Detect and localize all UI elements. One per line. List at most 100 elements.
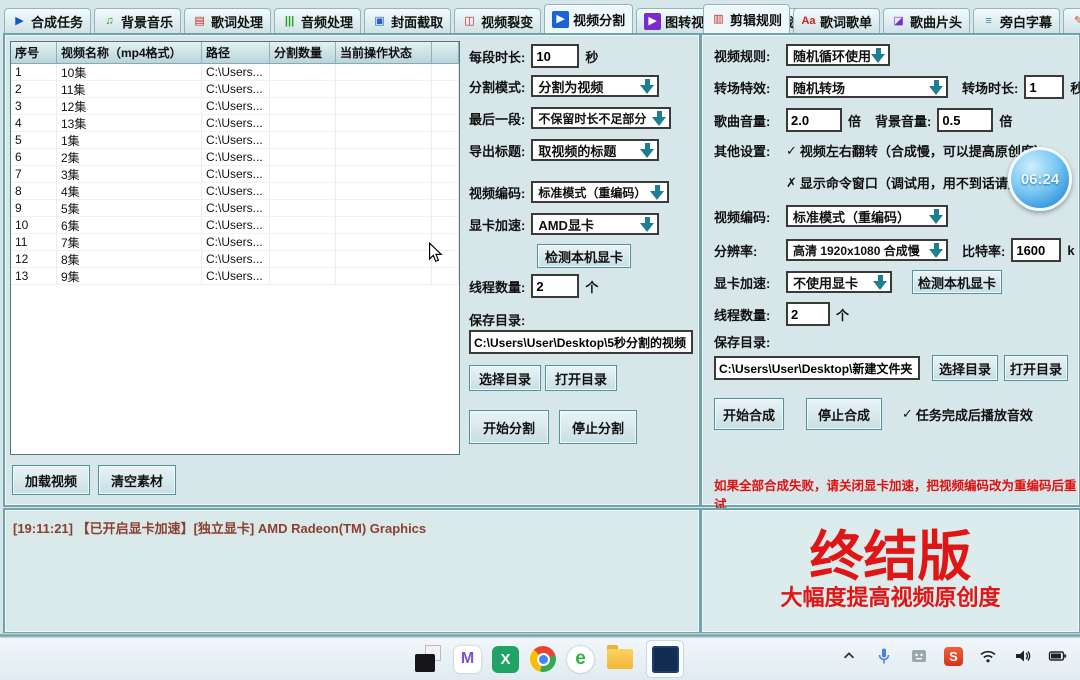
tab[interactable]: ||| 音频处理 <box>274 8 361 33</box>
table-row[interactable]: 1 10集 C:\Users... <box>11 64 459 81</box>
tab[interactable]: Aa 歌词歌单 <box>793 8 880 33</box>
cell-index: 10 <box>11 217 57 234</box>
active-app-highlight[interactable] <box>646 640 684 678</box>
edit-rules-panel: 视频规则: 随机循环使用 转场特效: 随机转场 转场时长: 秒 歌曲音量: 倍 … <box>700 33 1080 507</box>
tab[interactable]: ◫ 视频裂变 <box>454 8 541 33</box>
table-row[interactable]: 9 5集 C:\Users... <box>11 200 459 217</box>
play-icon: ▶ <box>12 14 27 29</box>
export-title-select[interactable]: 取视频的标题 <box>531 139 659 161</box>
sound-option-text: 任务完成后播放音效 <box>916 405 1033 424</box>
table-row[interactable]: 6 2集 C:\Users... <box>11 149 459 166</box>
tray-expand-icon[interactable] <box>839 646 859 666</box>
table-row[interactable]: 12 8集 C:\Users... <box>11 251 459 268</box>
gpu-accel-label: 显卡加速: <box>469 215 525 234</box>
system-tray: S <box>839 646 1068 666</box>
video-encode-select[interactable]: 标准模式（重编码） <box>786 205 948 227</box>
table-row[interactable]: 4 13集 C:\Users... <box>11 115 459 132</box>
table-row[interactable]: 10 6集 C:\Users... <box>11 217 459 234</box>
detect-gpu-button[interactable]: 检测本机显卡 <box>912 270 1002 294</box>
stop-split-button[interactable]: 停止分割 <box>559 410 637 444</box>
file-explorer-icon[interactable] <box>605 644 635 674</box>
floating-clock-widget[interactable]: 06:24 <box>1008 147 1072 211</box>
last-segment-label: 最后一段: <box>469 109 525 128</box>
chrome-icon[interactable] <box>530 646 556 672</box>
last-segment-select[interactable]: 不保留时长不足部分 <box>531 107 671 129</box>
threads-input[interactable] <box>786 302 830 326</box>
table-header-cell[interactable]: 分割数量 <box>270 42 336 63</box>
table-header-cell[interactable]: 当前操作状态 <box>336 42 432 63</box>
start-compose-button[interactable]: 开始合成 <box>714 398 784 430</box>
cell-index: 9 <box>11 200 57 217</box>
split-mode-select[interactable]: 分割为视频 <box>531 75 659 97</box>
transition-duration-unit: 秒 <box>1070 78 1080 97</box>
table-row[interactable]: 13 9集 C:\Users... <box>11 268 459 285</box>
transition-duration-input[interactable] <box>1024 75 1064 99</box>
segment-duration-input[interactable] <box>531 44 579 68</box>
detect-gpu-button[interactable]: 检测本机显卡 <box>537 244 631 268</box>
battery-icon[interactable] <box>1048 646 1068 666</box>
open-dir-button[interactable]: 打开目录 <box>545 365 617 391</box>
table-row[interactable]: 7 3集 C:\Users... <box>11 166 459 183</box>
cell-path: C:\Users... <box>202 217 270 234</box>
flip-checkbox[interactable]: ✓ <box>786 143 797 159</box>
tab[interactable]: ≡ 旁白字幕 <box>973 8 1060 33</box>
narration-subtitle-icon: ≡ <box>981 14 996 29</box>
table-header-cell[interactable]: 路径 <box>202 42 270 63</box>
cell-scrollbar-gutter <box>432 268 459 285</box>
bg-volume-input[interactable] <box>937 108 993 132</box>
wifi-icon[interactable] <box>978 646 998 666</box>
tab[interactable]: ▶ 合成任务 <box>4 8 91 33</box>
dropdown-arrow-icon <box>871 46 886 64</box>
tab[interactable]: ▶ 视频分割 <box>544 4 633 33</box>
cell-split-count <box>270 98 336 115</box>
tab[interactable]: ♫ 背景音乐 <box>94 8 181 33</box>
sound-checkbox[interactable]: ✓ <box>902 406 913 422</box>
table-row[interactable]: 3 12集 C:\Users... <box>11 98 459 115</box>
video-rule-select[interactable]: 随机循环使用 <box>786 44 890 66</box>
table-row[interactable]: 11 7集 C:\Users... <box>11 234 459 251</box>
stop-compose-button[interactable]: 停止合成 <box>806 398 882 430</box>
e-browser-icon[interactable]: e <box>567 646 594 673</box>
load-videos-button[interactable]: 加载视频 <box>12 465 90 495</box>
windows-start-icon[interactable] <box>378 647 402 671</box>
m-app-icon[interactable]: M <box>454 646 481 673</box>
gpu-accel-select[interactable]: AMD显卡 <box>531 213 659 235</box>
cmd-window-checkbox[interactable]: ✗ <box>786 175 797 191</box>
song-volume-input[interactable] <box>786 108 842 132</box>
song-volume-unit: 倍 <box>848 111 861 130</box>
tab[interactable]: ▥ 剪辑规则 <box>703 4 790 33</box>
cell-split-count <box>270 234 336 251</box>
tab[interactable]: ✎ 导出标题 <box>1063 8 1080 33</box>
tab[interactable]: ▣ 封面截取 <box>364 8 451 33</box>
transition-select[interactable]: 随机转场 <box>786 76 948 98</box>
gpu-accel-select[interactable]: 不使用显卡 <box>786 271 892 293</box>
choose-dir-button[interactable]: 选择目录 <box>469 365 541 391</box>
microphone-icon[interactable] <box>874 646 894 666</box>
table-header-cell[interactable] <box>432 42 459 63</box>
video-encode-select[interactable]: 标准模式（重编码） <box>531 181 669 203</box>
volume-icon[interactable] <box>1013 646 1033 666</box>
dark-app-icon[interactable] <box>413 644 443 674</box>
excel-icon[interactable]: X <box>492 646 519 673</box>
table-header-cell[interactable]: 序号 <box>11 42 57 63</box>
tab[interactable]: ◪ 歌曲片头 <box>883 8 970 33</box>
waveform-icon: ||| <box>282 14 297 29</box>
save-dir-input[interactable] <box>469 330 693 354</box>
resolution-select[interactable]: 高清 1920x1080 合成慢 <box>786 239 948 261</box>
sogou-icon[interactable]: S <box>944 647 963 666</box>
gpu-accel-label: 显卡加速: <box>714 273 780 292</box>
choose-dir-button[interactable]: 选择目录 <box>932 355 998 381</box>
table-row[interactable]: 2 11集 C:\Users... <box>11 81 459 98</box>
tab[interactable]: ▤ 歌词处理 <box>184 8 271 33</box>
table-header-cell[interactable]: 视频名称（mp4格式） <box>57 42 202 63</box>
table-row[interactable]: 8 4集 C:\Users... <box>11 183 459 200</box>
bitrate-input[interactable] <box>1011 238 1061 262</box>
ime-icon[interactable] <box>909 646 929 666</box>
start-split-button[interactable]: 开始分割 <box>469 410 549 444</box>
video-split-panel: 序号视频名称（mp4格式）路径分割数量当前操作状态 1 10集 C:\Users… <box>3 33 701 507</box>
open-dir-button[interactable]: 打开目录 <box>1004 355 1068 381</box>
clear-materials-button[interactable]: 清空素材 <box>98 465 176 495</box>
table-row[interactable]: 5 1集 C:\Users... <box>11 132 459 149</box>
threads-input[interactable] <box>531 274 579 298</box>
save-dir-input[interactable] <box>714 356 920 380</box>
